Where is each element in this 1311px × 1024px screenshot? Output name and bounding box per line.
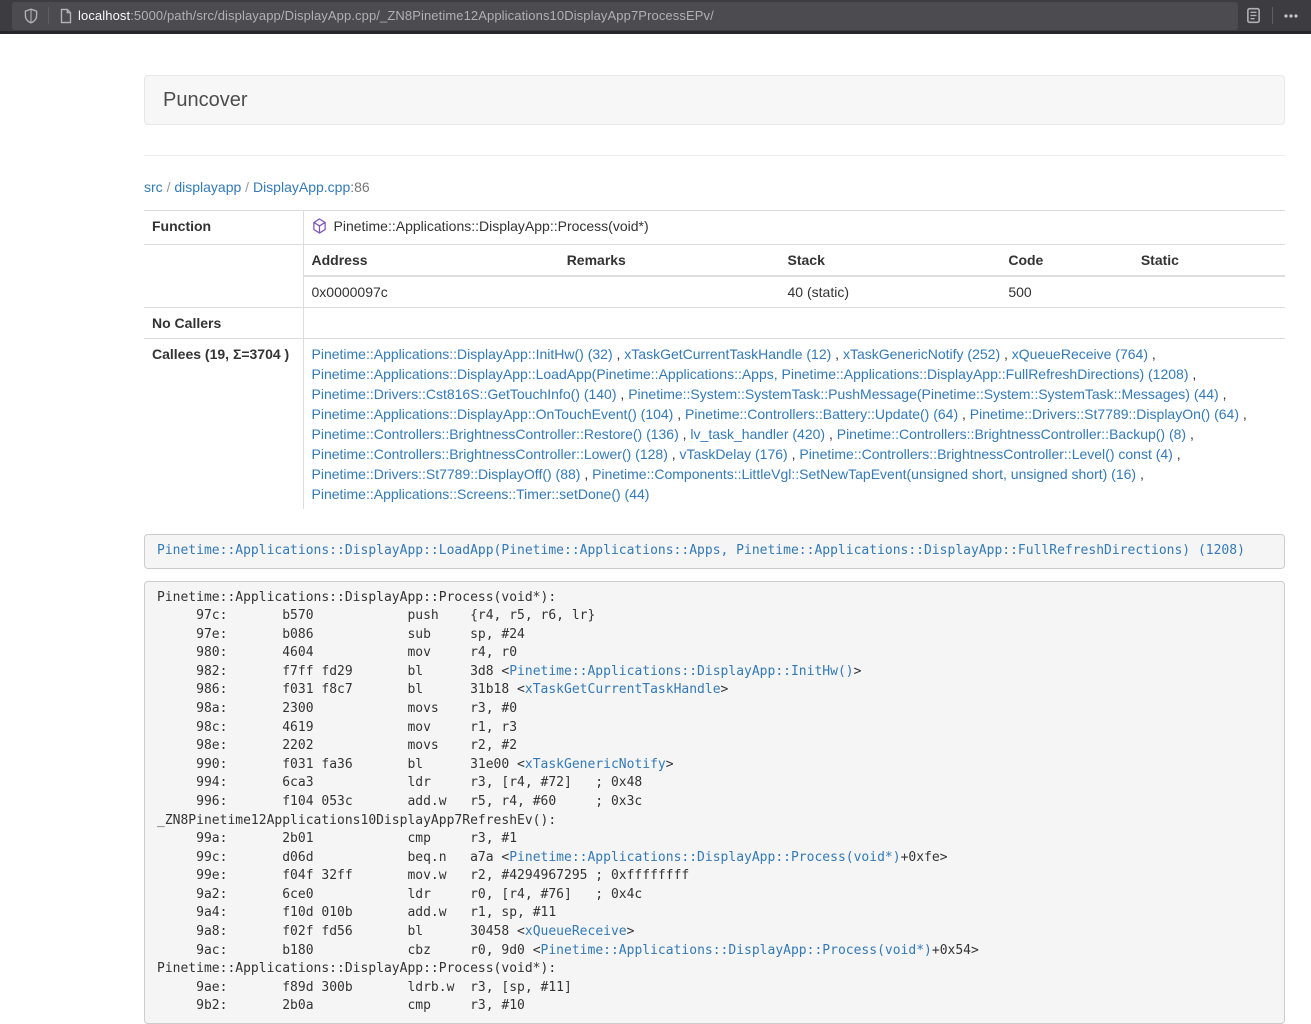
col-static: Static (1133, 245, 1285, 276)
breadcrumb-separator: / (167, 179, 171, 195)
selected-symbol-link[interactable]: Pinetime::Applications::DisplayApp::Load… (157, 543, 1245, 558)
callee-link[interactable]: Pinetime::Drivers::St7789::DisplayOff() … (312, 466, 581, 482)
remarks-value (559, 276, 780, 307)
callee-link[interactable]: xTaskGetCurrentTaskHandle (12) (624, 346, 831, 362)
app-header: Puncover (144, 75, 1285, 125)
reader-mode-icon[interactable] (1245, 7, 1262, 24)
col-remarks: Remarks (559, 245, 780, 276)
metrics-row: Address Remarks Stack Code Static 0x0000… (144, 245, 1285, 308)
callee-link[interactable]: Pinetime::Drivers::Cst816S::GetTouchInfo… (312, 386, 617, 402)
callee-link[interactable]: Pinetime::Applications::DisplayApp::Init… (312, 346, 613, 362)
browser-toolbar: localhost:5000/path/src/displayapp/Displ… (0, 0, 1311, 34)
urlbar-separator (48, 7, 49, 24)
metrics-value-row: 0x0000097c 40 (static) 500 (304, 276, 1286, 307)
callee-link[interactable]: Pinetime::Drivers::St7789::DisplayOn() (… (970, 406, 1239, 422)
no-callers-row: No Callers (144, 308, 1285, 339)
toolbar-separator (1272, 7, 1273, 24)
address-value: 0x0000097c (304, 276, 559, 307)
function-name-cell: Pinetime::Applications::DisplayApp::Proc… (303, 211, 1285, 245)
package-icon (312, 218, 327, 239)
callees-list: Pinetime::Applications::DisplayApp::Init… (303, 339, 1285, 510)
function-label: Function (144, 211, 303, 245)
metrics-table-cell: Address Remarks Stack Code Static 0x0000… (303, 245, 1285, 308)
callee-link[interactable]: Pinetime::Controllers::BrightnessControl… (312, 446, 668, 462)
disassembly: Pinetime::Applications::DisplayApp::Proc… (144, 581, 1285, 1024)
callee-link[interactable]: Pinetime::System::SystemTask::PushMessag… (628, 386, 1219, 402)
callee-link[interactable]: lv_task_handler (420) (690, 426, 825, 442)
col-code: Code (1000, 245, 1133, 276)
page-content: Puncover src / displayapp / DisplayApp.c… (144, 75, 1285, 1024)
metrics-header-row: Address Remarks Stack Code Static (304, 245, 1286, 276)
overflow-menu-icon[interactable] (1283, 8, 1299, 24)
callee-link[interactable]: Pinetime::Controllers::BrightnessControl… (799, 446, 1172, 462)
callees-row: Callees (19, Σ=3704 ) Pinetime::Applicat… (144, 339, 1285, 510)
callee-link[interactable]: Pinetime::Applications::Screens::Timer::… (312, 486, 650, 502)
callee-link[interactable]: Pinetime::Components::LittleVgl::SetNewT… (592, 466, 1136, 482)
code-value: 500 (1000, 276, 1133, 307)
app-title[interactable]: Puncover (163, 89, 248, 112)
stack-value: 40 (static) (780, 276, 1001, 307)
url-host: localhost (78, 8, 130, 23)
selected-symbol-box: Pinetime::Applications::DisplayApp::Load… (144, 534, 1285, 569)
breadcrumb-displayapp[interactable]: displayapp (174, 179, 241, 195)
url-bar[interactable]: localhost:5000/path/src/displayapp/Displ… (12, 2, 1238, 30)
disassembly-symbol-link[interactable]: xTaskGenericNotify (525, 757, 666, 772)
callee-link[interactable]: Pinetime::Applications::DisplayApp::OnTo… (312, 406, 674, 422)
page-icon[interactable] (56, 6, 76, 26)
disassembly-symbol-link[interactable]: xQueueReceive (525, 924, 627, 939)
disassembly-symbol-link[interactable]: Pinetime::Applications::DisplayApp::Init… (509, 664, 853, 679)
breadcrumb-file[interactable]: DisplayApp.cpp (253, 179, 350, 195)
function-row: Function Pinetime::Applications::Display… (144, 211, 1285, 245)
shield-icon[interactable] (21, 6, 41, 26)
callee-link[interactable]: Pinetime::Controllers::Battery::Update()… (685, 406, 958, 422)
disassembly-symbol-link[interactable]: Pinetime::Applications::DisplayApp::Proc… (541, 943, 932, 958)
callee-link[interactable]: Pinetime::Controllers::BrightnessControl… (837, 426, 1186, 442)
col-stack: Stack (780, 245, 1001, 276)
breadcrumb-src[interactable]: src (144, 179, 163, 195)
callee-link[interactable]: Pinetime::Applications::DisplayApp::Load… (312, 366, 1189, 382)
callee-link[interactable]: xTaskGenericNotify (252) (843, 346, 1000, 362)
function-name: Pinetime::Applications::DisplayApp::Proc… (334, 218, 649, 234)
metrics-label-spacer (144, 245, 303, 308)
symbol-table: Function Pinetime::Applications::Display… (144, 210, 1285, 509)
breadcrumb-separator: / (245, 179, 249, 195)
no-callers-label: No Callers (144, 308, 303, 339)
callees-label: Callees (19, Σ=3704 ) (144, 339, 303, 510)
disassembly-symbol-link[interactable]: Pinetime::Applications::DisplayApp::Proc… (509, 850, 900, 865)
disassembly-symbol-link[interactable]: xTaskGetCurrentTaskHandle (525, 682, 721, 697)
breadcrumb: src / displayapp / DisplayApp.cpp:86 (144, 177, 1285, 197)
callee-link[interactable]: vTaskDelay (176) (680, 446, 788, 462)
callee-link[interactable]: Pinetime::Controllers::BrightnessControl… (312, 426, 679, 442)
metrics-table: Address Remarks Stack Code Static 0x0000… (304, 245, 1286, 307)
col-address: Address (304, 245, 559, 276)
no-callers-cell (303, 308, 1285, 339)
url-text[interactable]: localhost:5000/path/src/displayapp/Displ… (78, 8, 714, 23)
callee-link[interactable]: xQueueReceive (764) (1012, 346, 1148, 362)
url-path: :5000/path/src/displayapp/DisplayApp.cpp… (130, 8, 714, 23)
toolbar-actions (1245, 7, 1311, 24)
static-value (1133, 276, 1285, 307)
breadcrumb-line-number: :86 (350, 179, 369, 195)
divider (144, 155, 1285, 156)
